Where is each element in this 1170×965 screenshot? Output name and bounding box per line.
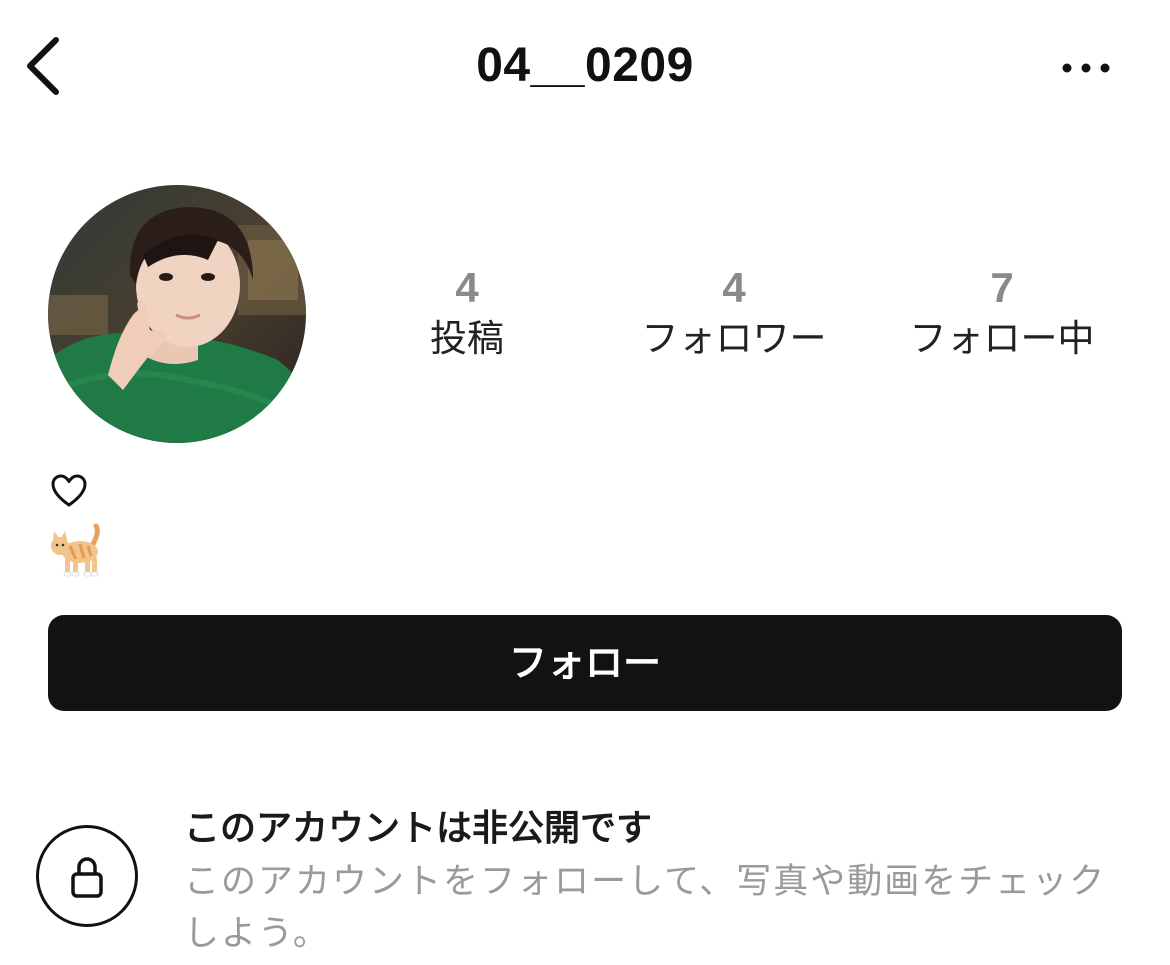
chevron-left-icon — [27, 37, 59, 95]
heart-outline-icon — [51, 474, 87, 507]
followers-count[interactable]: 4 フォロワー — [619, 262, 849, 364]
following-count-label: フォロー中 — [909, 317, 1095, 360]
following-count-value: 7 — [990, 264, 1014, 311]
following-count[interactable]: 7 フォロー中 — [887, 262, 1117, 364]
posts-count-value: 4 — [455, 264, 479, 311]
top-nav-bar: 04__0209 — [0, 0, 1170, 135]
profile-username: 04__0209 — [476, 39, 694, 92]
followers-count-label: フォロワー — [641, 317, 827, 360]
private-lock-badge — [36, 825, 138, 927]
cat-emoji-icon — [51, 523, 100, 577]
follow-button[interactable]: フォロー — [48, 615, 1122, 711]
followers-count-value: 4 — [722, 264, 746, 311]
back-button[interactable] — [20, 30, 76, 102]
profile-photo — [48, 185, 306, 443]
private-account-title: このアカウントは非公開です — [184, 808, 653, 849]
more-options-button[interactable] — [1058, 50, 1114, 86]
posts-count-label: 投稿 — [430, 317, 504, 360]
lock-icon — [71, 857, 103, 898]
posts-count[interactable]: 4 投稿 — [352, 262, 582, 364]
profile-avatar[interactable] — [48, 185, 306, 443]
private-account-description: このアカウントをフォローして、写真や動画をチェックしよう。 — [184, 862, 1107, 954]
bio-line-cat — [48, 522, 108, 578]
bio-line-heart — [50, 472, 88, 510]
more-horizontal-icon — [1062, 63, 1110, 73]
